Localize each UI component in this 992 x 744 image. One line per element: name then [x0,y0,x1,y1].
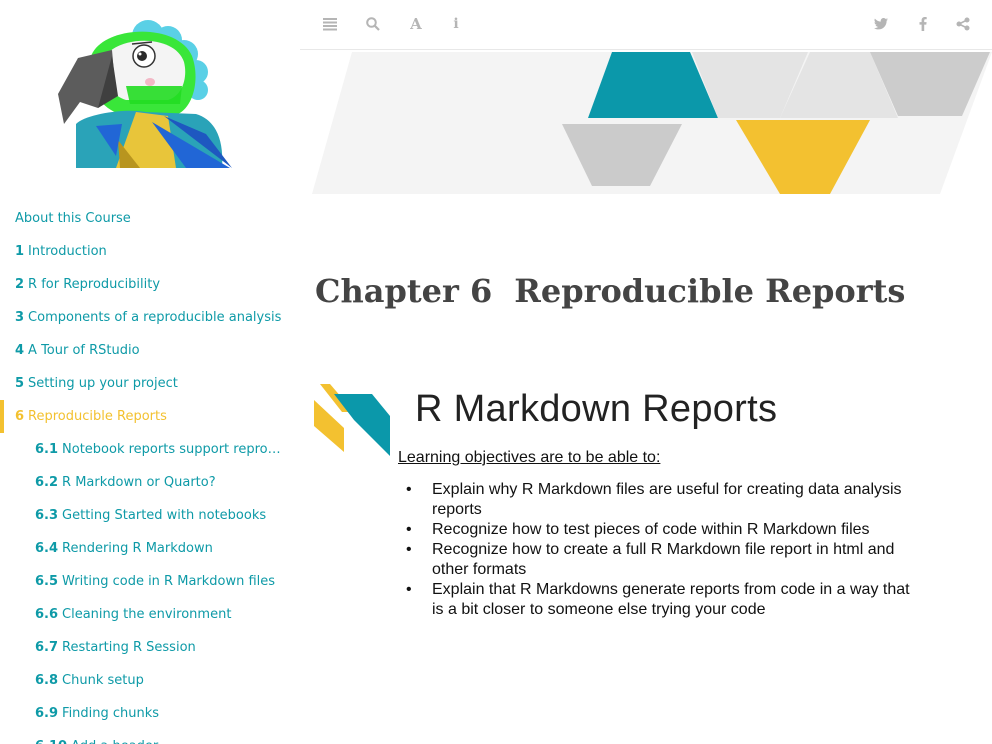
toc-item[interactable]: 1 Introduction [0,235,300,268]
slide-title: R Markdown Reports [415,388,778,430]
sidebar: About this Course 1 Introduction 2 R for Rep… [0,0,300,744]
table-of-contents: About this Course 1 Introduction 2 R for Rep… [0,202,300,744]
toc-item-number: 6.4 [35,541,59,556]
toc-item-label: Components of a reproducible analysis [28,310,282,325]
toc-item-number: 6.9 [35,706,59,721]
search-icon[interactable] [363,14,383,34]
toc-subitem[interactable]: 6.7 Restarting R Session [0,631,300,664]
toc-item-label: Restarting R Session [62,640,196,655]
twitter-icon[interactable] [871,14,891,34]
toc-subitem[interactable]: 6.8 Chunk setup [0,664,300,697]
objective-item: Explain why R Markdown files are useful … [404,480,914,520]
toc-subitem[interactable]: 6.10 Add a header [0,730,300,744]
toc-item-number: 6.6 [35,607,59,622]
toc-item-number: 6.7 [35,640,59,655]
parrot-logo [58,20,232,168]
toc-item-label: Cleaning the environment [62,607,232,622]
toc-item-label: Introduction [28,244,107,259]
toc-subitem[interactable]: 6.4 Rendering R Markdown [0,532,300,565]
toc-item-label: Notebook reports support reproducibility [62,442,300,457]
toc-subitem[interactable]: 6.1Notebook reports support reproducibil… [0,433,300,466]
toc-item-label: Getting Started with notebooks [62,508,267,523]
toc-item[interactable]: 2R for Reproducibility [0,268,300,301]
font-settings-icon[interactable]: A [406,14,426,34]
toc-item-label: Reproducible Reports [28,409,167,424]
objectives-list: Explain why R Markdown files are useful … [404,480,914,620]
toc-item[interactable]: 4A Tour of RStudio [0,334,300,367]
toc-item[interactable]: 3 Components of a reproducible analysis [0,301,300,334]
toc-subitem[interactable]: 6.3 Getting Started with notebooks [0,499,300,532]
toc-item-label: R Markdown or Quarto? [62,475,216,490]
toc-item[interactable]: 5 Setting up your project [0,367,300,400]
toc-item-number: 6 [15,409,25,424]
toc-subitem[interactable]: 6.2 R Markdown or Quarto? [0,466,300,499]
chapter-banner [312,52,992,194]
toc-item-label: About this Course [15,211,131,226]
toc-item-number: 4 [15,343,25,358]
info-icon[interactable]: i [446,14,466,34]
chapter-label: Chapter 6 [315,272,493,310]
share-icon[interactable] [953,14,973,34]
toc-item-number: 2 [15,277,25,292]
toc-item-label: Chunk setup [62,673,144,688]
facebook-icon[interactable] [913,14,933,34]
toc-item[interactable]: 6 Reproducible Reports [0,400,300,433]
toc-item[interactable]: About this Course [0,202,300,235]
toc-item-number: 6.8 [35,673,59,688]
toc-item-number: 6.5 [35,574,59,589]
toc-item-label: Add a header [71,739,158,744]
objective-item: Recognize how to create a full R Markdow… [404,540,914,580]
toc-subitem[interactable]: 6.6 Cleaning the environment [0,598,300,631]
toc-item-number: 6.10 [35,739,67,744]
toc-item-label: A Tour of RStudio [28,343,140,358]
toc-toggle-icon[interactable] [320,14,340,34]
chapter-title: Reproducible Reports [514,272,906,310]
chapter-heading: Chapter 6 Reproducible Reports [315,272,905,310]
slide-subtitle: Learning objectives are to be able to: [398,449,661,466]
toc-subitem[interactable]: 6.5 Writing code in R Markdown files [0,565,300,598]
toc-item-label: Writing code in R Markdown files [62,574,276,589]
slide-accent-mark [314,384,390,456]
toc-item-number: 5 [15,376,25,391]
toc-item-label: Finding chunks [62,706,160,721]
toc-item-number: 6.2 [35,475,59,490]
toc-item-label: R for Reproducibility [28,277,161,292]
toc-item-label: Rendering R Markdown [62,541,213,556]
objective-item: Explain that R Markdowns generate report… [404,580,914,620]
toc-item-number: 3 [15,310,25,325]
toc-subitem[interactable]: 6.9 Finding chunks [0,697,300,730]
toc-item-label: Setting up your project [28,376,178,391]
objective-item: Recognize how to test pieces of code wit… [404,520,914,540]
toc-item-number: 1 [15,244,25,259]
toc-item-number: 6.1 [35,442,59,457]
book-toolbar: A i [300,0,992,50]
learning-objectives-slide: R Markdown Reports Learning objectives a… [314,380,914,630]
toc-item-number: 6.3 [35,508,59,523]
